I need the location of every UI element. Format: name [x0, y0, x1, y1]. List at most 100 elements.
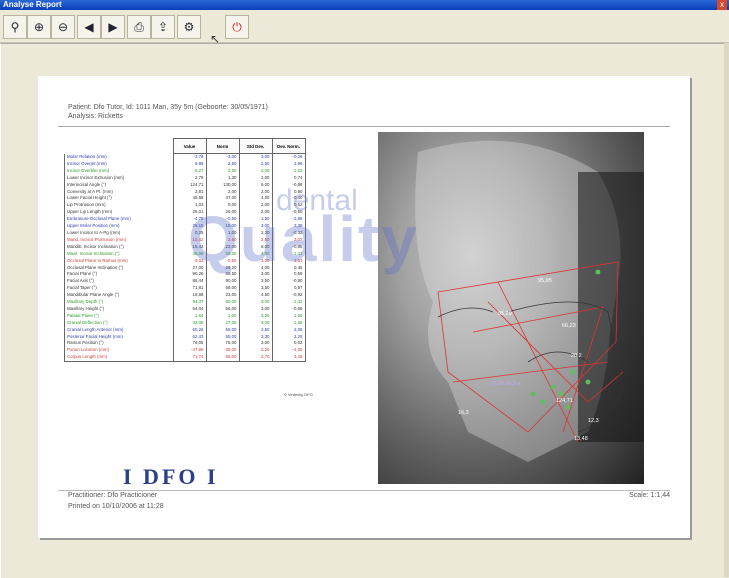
row-value: 18,98 — [172, 292, 207, 300]
table-row: Cranial Length Anterior (mm) 60,26 55,00 2,… — [64, 326, 306, 334]
table-row: Corpus Length (mm) 71,74 65,00 2,70 2,46 — [64, 354, 306, 363]
row-label: Upper Molar Position (mm) — [64, 223, 174, 230]
xray-label-7: 16,3 — [458, 410, 469, 416]
row-label: Facial Axis (°) — [64, 278, 174, 286]
row-label: Porion Location (mm) — [64, 347, 174, 355]
row-label: Lower Facial Height (°) — [64, 195, 174, 203]
exit-icon[interactable]: ⏻ — [225, 15, 249, 39]
row-label: Lip Protrusion (mm) — [64, 202, 174, 210]
row-value: 9,89 — [172, 160, 207, 168]
row-value: 86,44 — [172, 278, 207, 286]
row-std-dev: 3,00 — [238, 340, 273, 348]
window-title: Analyse Report — [3, 0, 62, 9]
row-norm: 2,00 — [205, 188, 240, 196]
xray-label-5: 124,71 — [556, 398, 573, 404]
header-dev-norm: Dev. Norm. — [271, 138, 306, 154]
row-norm: 2,50 — [205, 167, 240, 175]
table-row: Interincisal Angle (°) 124,71 130,00 6,00 -0… — [64, 181, 306, 189]
zoom-in-icon[interactable]: ⊕ — [27, 15, 51, 39]
row-norm: 2,50 — [205, 160, 240, 168]
row-std-dev: 3,00 — [238, 299, 273, 306]
table-row: Convexity at A Pt. (mm) 3,81 2,00 2,00 0,90 — [64, 188, 306, 196]
row-label: Interincisal Angle (°) — [64, 181, 174, 189]
row-value: 5,27 — [172, 167, 207, 175]
row-value: 3,81 — [172, 188, 207, 196]
zoom-icon[interactable]: ⚲ — [3, 15, 27, 39]
row-norm: 55,00 — [205, 326, 240, 334]
row-label: Ramus Position (°) — [64, 340, 174, 348]
row-label: Incisor Overjet (mm) — [64, 160, 174, 168]
row-std-dev: 3,00 — [238, 305, 273, 313]
next-icon[interactable]: ▶ — [101, 15, 125, 39]
print-icon[interactable]: ⎙ — [127, 15, 151, 39]
row-label: Occlusal Plane Inclination (°) — [64, 264, 174, 272]
table-row: Incisor Overbite (mm) 5,27 2,50 2,00 1,53 — [64, 167, 306, 175]
row-std-dev: 2,50 — [238, 326, 273, 334]
row-value: 1,64 — [172, 312, 207, 320]
settings-icon[interactable]: ⚙ — [177, 15, 201, 39]
row-label: Facial Taper (°) — [64, 285, 174, 293]
row-label: Maxillary Height (°) — [64, 305, 174, 313]
row-norm: 23,00 — [205, 292, 240, 300]
row-dev-norm: -0,90 — [271, 278, 306, 286]
table-row: Ramus Position (°) 76,05 76,00 3,00 0,02 — [64, 340, 306, 348]
row-label: Maxil. Incisor Inclination (°) — [64, 250, 174, 258]
toolbar: ⚲ ⊕ ⊖ ◀ ▶ ⎙ ⇪ ⚙ ⏻ — [0, 10, 729, 43]
row-dev-norm: 1,42 — [271, 299, 306, 306]
cephalometric-xray: 95,29 66,23 95,95 20.2 124,71 12,3 16,3 … — [378, 132, 644, 484]
row-norm: 1,00 — [205, 312, 240, 320]
close-button[interactable]: x — [717, 0, 727, 10]
row-dev-norm: 0,02 — [271, 340, 306, 348]
row-label: Convexity at A Pt. (mm) — [64, 188, 174, 196]
header-std-dev: Std Dev. — [238, 138, 273, 154]
header-divider — [58, 126, 670, 127]
xray-label-1: 95,29 — [498, 311, 512, 317]
practitioner-line: Practitioner: Dfo Practicioner — [68, 492, 158, 499]
row-std-dev: 2,00 — [238, 167, 273, 175]
dfo-logo: I DFO I — [123, 464, 219, 489]
row-value: 54,04 — [172, 305, 207, 313]
row-value: 124,71 — [172, 181, 207, 189]
row-value: 71,81 — [172, 285, 207, 293]
row-label: Embrasure-Occlusal Plane (mm) — [64, 216, 174, 224]
table-row: Porion Location (mm) -47,96 -39,00 2,20 -4,0… — [64, 347, 306, 355]
analysis-line: Analysis: Ricketts — [68, 113, 123, 120]
export-icon[interactable]: ⇪ — [151, 15, 175, 39]
row-norm: -3,00 — [205, 153, 240, 161]
row-label: Maxillary Depth (°) — [64, 299, 174, 306]
row-std-dev: 2,00 — [238, 188, 273, 196]
row-std-dev: 3,30 — [238, 333, 273, 341]
row-value: 71,74 — [172, 354, 207, 363]
row-std-dev: 6,00 — [238, 181, 273, 189]
patient-line: Patient: Dfo Tutor, Id: 1011 Man, 35y 5m… — [68, 104, 268, 111]
table-row: Facial Axis (°) 86,44 90,00 3,50 -0,90 — [64, 278, 306, 286]
row-label: Cranial Deflection (°) — [64, 319, 174, 327]
report-page: Patient: Dfo Tutor, Id: 1011 Man, 35y 5m… — [38, 76, 690, 538]
table-row: Palatal Plane (°) 1,64 1,00 3,50 1,60 — [64, 312, 306, 320]
xray-label-3: 95,95 — [538, 278, 552, 284]
row-label: Lower Incisor Extrusion (mm) — [64, 174, 174, 182]
previous-icon[interactable]: ◀ — [77, 15, 101, 39]
table-row: Maxillary Height (°) 54,04 56,00 3,00 -0,65 — [64, 305, 306, 313]
row-std-dev: 2,20 — [238, 347, 273, 355]
row-label: Mand. Incisor Protrusion (mm) — [64, 236, 174, 244]
zoom-out-icon[interactable]: ⊖ — [51, 15, 75, 39]
row-label: Occlusal Plane to Ramus (mm) — [64, 257, 174, 265]
row-norm: 76,00 — [205, 340, 240, 348]
row-label: Mandib. Incisor Inclination (°) — [64, 243, 174, 251]
xray-label-6: 12,3 — [588, 418, 599, 424]
row-label: Palatal Plane (°) — [64, 312, 174, 320]
row-label: Upper Lip Length (mm) — [64, 209, 174, 217]
table-row: Incisor Overjet (mm) 9,89 2,50 2,50 2,96 — [64, 160, 306, 168]
printed-on-line: Printed on 10/10/2006 at 11:28 — [68, 503, 164, 510]
row-dev-norm: -4,05 — [271, 347, 306, 355]
row-value: -47,96 — [172, 347, 207, 355]
row-norm: 56,00 — [205, 305, 240, 313]
row-value: 2,79 — [172, 174, 207, 182]
vertical-scrollbar[interactable] — [724, 43, 729, 577]
row-value: 60,26 — [172, 326, 207, 334]
row-std-dev: 2,00 — [238, 174, 273, 182]
window-titlebar: Analyse Report x — [0, 0, 729, 10]
row-std-dev: 4,50 — [238, 292, 273, 300]
xray-label-8: 27,00 16,2 s — [490, 381, 521, 387]
